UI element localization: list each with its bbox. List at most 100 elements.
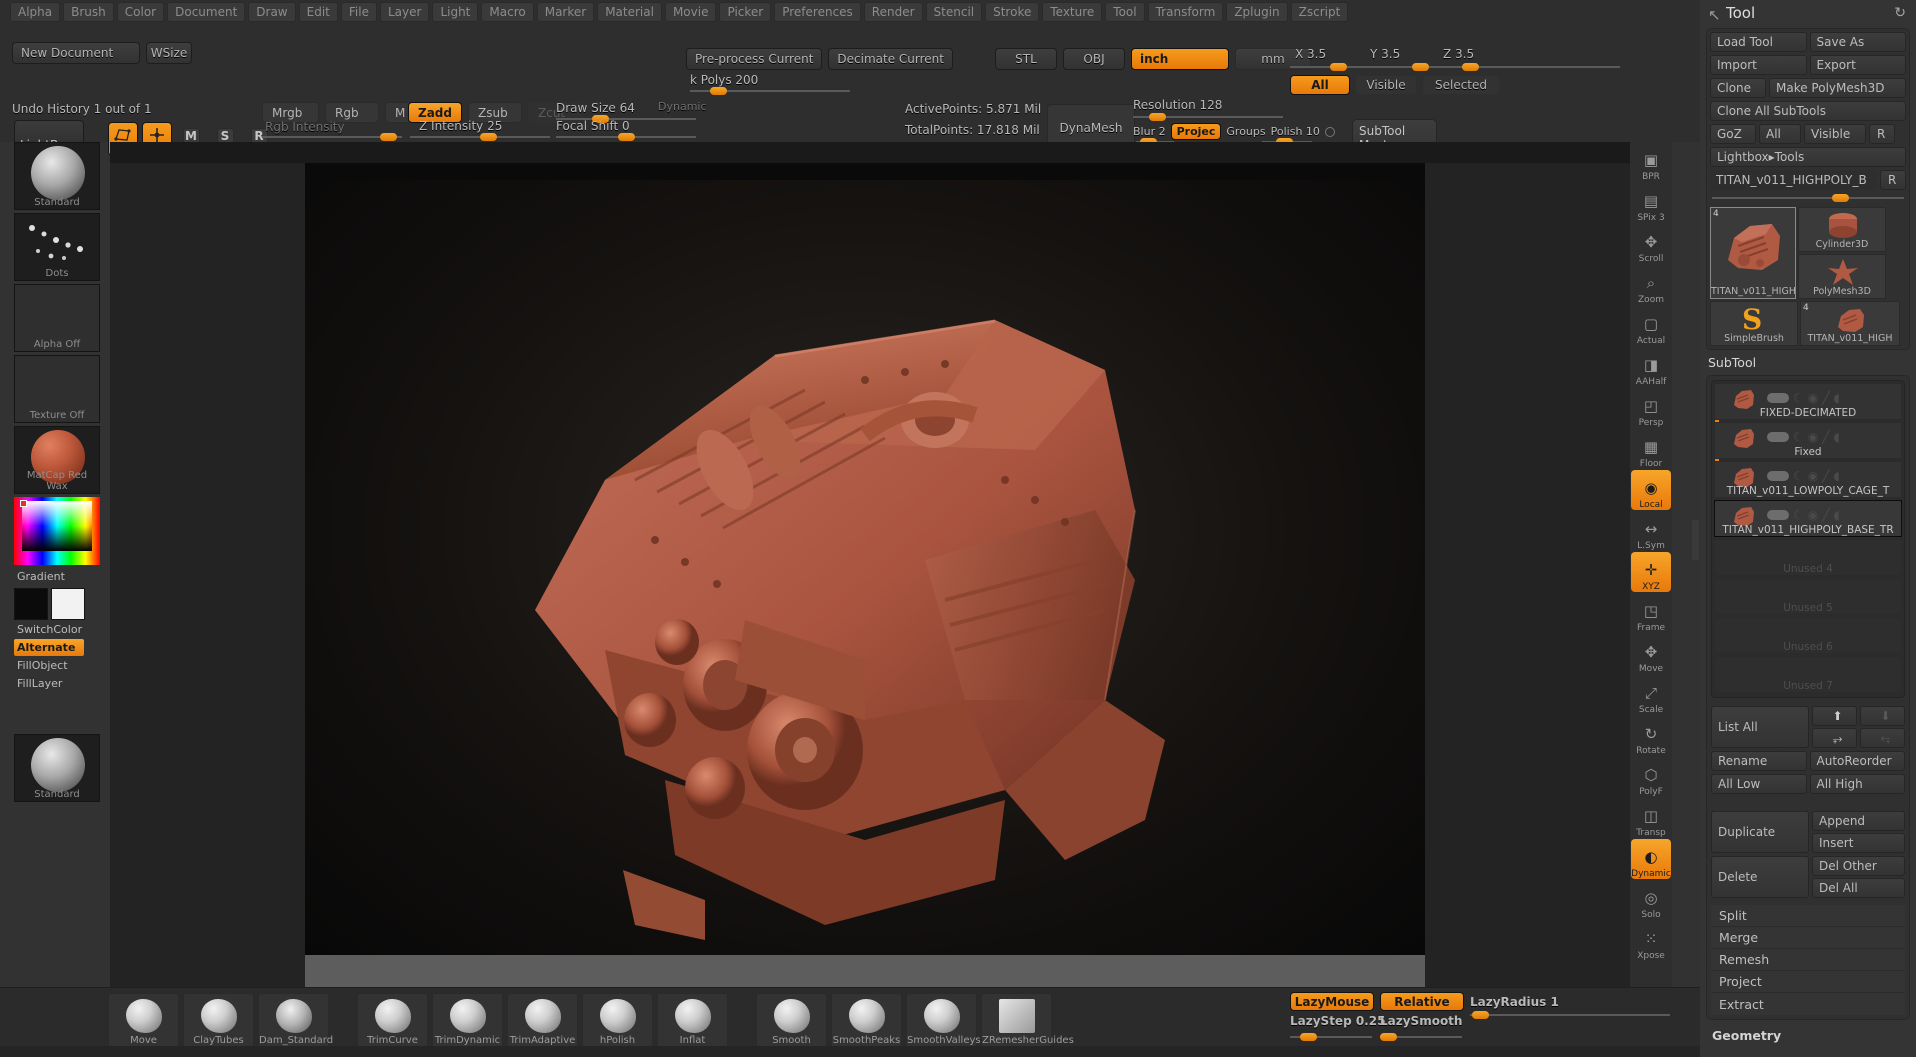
viewport-solo-button[interactable]: ◎ Solo xyxy=(1631,880,1671,920)
brush-trimadaptive[interactable]: TrimAdaptive xyxy=(507,993,578,1049)
subtool-halfmoon-icon[interactable]: ☾ xyxy=(1793,391,1804,405)
remesh-button[interactable]: Remesh xyxy=(1711,949,1905,971)
del-other-button[interactable]: Del Other xyxy=(1812,856,1905,876)
z-intensity-slider[interactable] xyxy=(410,132,550,142)
geometry-section-header[interactable]: Geometry xyxy=(1700,1022,1916,1043)
tool-thumb-simplebrush[interactable]: S SimpleBrush xyxy=(1710,301,1798,346)
slider-knob[interactable] xyxy=(1330,63,1347,71)
export-selected-button[interactable]: Selected xyxy=(1422,75,1500,95)
tool-thumb-cylinder[interactable]: Cylinder3D xyxy=(1798,207,1886,252)
move-down-button[interactable]: ⬇ xyxy=(1860,706,1905,726)
viewport[interactable] xyxy=(305,163,1425,987)
viewport-persp-button[interactable]: ◰ Persp xyxy=(1631,388,1671,428)
viewport-move-button[interactable]: ✥ Move xyxy=(1631,634,1671,674)
brush-hpolish[interactable]: hPolish xyxy=(582,993,653,1049)
goz-all-button[interactable]: All xyxy=(1759,124,1801,144)
relative-button[interactable]: Relative xyxy=(1380,992,1464,1011)
stl-button[interactable]: STL xyxy=(995,48,1057,70)
new-document-button[interactable]: New Document xyxy=(12,42,140,64)
back-arrow-icon[interactable]: ↖ xyxy=(1708,6,1721,24)
alternate-button[interactable]: Alternate xyxy=(14,639,84,656)
menu-item-tool[interactable]: Tool xyxy=(1105,2,1145,22)
fill-object-button[interactable]: FillObject xyxy=(14,657,84,674)
menu-item-zscript[interactable]: Zscript xyxy=(1290,2,1349,22)
subtool-brush-icon[interactable]: ╱ xyxy=(1822,469,1829,483)
save-as-button[interactable]: Save As xyxy=(1809,32,1906,52)
brush-dam-standard[interactable]: Dam_Standard xyxy=(258,993,333,1049)
subtool-visibility-icons[interactable]: ☾ ◉ ╱ ◖ xyxy=(1767,391,1840,405)
viewport-scroll-button[interactable]: ✥ Scroll xyxy=(1631,224,1671,264)
all-high-button[interactable]: All High xyxy=(1809,774,1905,794)
export-visible-button[interactable]: Visible xyxy=(1355,75,1417,95)
brush-inflat[interactable]: Inflat xyxy=(657,993,728,1049)
menu-item-light[interactable]: Light xyxy=(432,2,479,22)
export-button[interactable]: Export xyxy=(1809,55,1906,75)
brush-zremesherguides[interactable]: ZRemesherGuides xyxy=(981,993,1074,1049)
slider-knob[interactable] xyxy=(480,133,497,141)
delete-button[interactable]: Delete xyxy=(1711,856,1809,898)
slider-knob[interactable] xyxy=(380,133,397,141)
menu-item-transform[interactable]: Transform xyxy=(1147,2,1224,22)
subtool-row-0[interactable]: ☾ ◉ ╱ ◖ FIXED-DECIMATED xyxy=(1714,383,1902,420)
autoreorder-button[interactable]: AutoReorder xyxy=(1809,751,1905,771)
menu-item-movie[interactable]: Movie xyxy=(664,2,717,22)
subtool-polypaint-icon[interactable]: ◉ xyxy=(1808,430,1818,444)
slider-knob[interactable] xyxy=(710,87,727,95)
gradient-button[interactable]: Gradient xyxy=(14,568,84,585)
subtool-section-header[interactable]: SubTool xyxy=(1700,352,1916,373)
clone-button[interactable]: Clone xyxy=(1710,78,1766,98)
split-button[interactable]: Split xyxy=(1711,905,1905,927)
menu-item-color[interactable]: Color xyxy=(116,2,165,22)
fill-layer-button[interactable]: FillLayer xyxy=(14,675,84,692)
slider-knob[interactable] xyxy=(1380,1033,1397,1041)
viewport-rotate-button[interactable]: ↻ Rotate xyxy=(1631,716,1671,756)
slider-knob[interactable] xyxy=(1149,113,1166,121)
brush-trimdynamic[interactable]: TrimDynamic xyxy=(432,993,503,1049)
subtool-eye-toggle-icon[interactable] xyxy=(1767,471,1789,481)
project-button[interactable]: Projec xyxy=(1170,123,1222,140)
brush-smooth[interactable]: Smooth xyxy=(756,993,827,1049)
subtool-halfmoon-icon[interactable]: ☾ xyxy=(1793,430,1804,444)
subtool-polypaint-icon[interactable]: ◉ xyxy=(1808,508,1818,522)
menu-item-stencil[interactable]: Stencil xyxy=(925,2,983,22)
subtool-eye-icon[interactable]: ◖ xyxy=(1833,430,1839,444)
subtool-eye-toggle-icon[interactable] xyxy=(1767,432,1789,442)
slider-knob[interactable] xyxy=(1832,194,1849,202)
menu-item-zplugin[interactable]: Zplugin xyxy=(1226,2,1288,22)
primary-color-swatch[interactable] xyxy=(14,588,48,620)
make-polymesh3d-button[interactable]: Make PolyMesh3D xyxy=(1769,78,1906,98)
menu-item-preferences[interactable]: Preferences xyxy=(774,2,861,22)
viewport-scene[interactable] xyxy=(305,180,1425,955)
lazymouse-button[interactable]: LazyMouse xyxy=(1290,992,1374,1011)
brush-trimcurve[interactable]: TrimCurve xyxy=(357,993,428,1049)
viewport-l-sym-button[interactable]: ↔ L.Sym xyxy=(1631,511,1671,551)
insert-button[interactable]: Insert xyxy=(1812,833,1905,853)
duplicate-button[interactable]: Duplicate xyxy=(1711,811,1809,853)
subtool-brush-icon[interactable]: ╱ xyxy=(1822,508,1829,522)
menu-item-render[interactable]: Render xyxy=(863,2,923,22)
menu-item-texture[interactable]: Texture xyxy=(1042,2,1103,22)
subtool-eye-icon[interactable]: ◖ xyxy=(1833,469,1839,483)
lazyradius-slider[interactable] xyxy=(1470,1010,1670,1020)
brush-smoothvalleys[interactable]: SmoothValleys xyxy=(906,993,981,1049)
viewport-floor-button[interactable]: ▦ Floor xyxy=(1631,429,1671,469)
subtool-polypaint-icon[interactable]: ◉ xyxy=(1808,469,1818,483)
export-x-slider[interactable] xyxy=(1290,62,1368,72)
subtool-row-5[interactable]: Unused 5 xyxy=(1714,578,1902,615)
slider-knob[interactable] xyxy=(1462,63,1479,71)
append-button[interactable]: Append xyxy=(1812,811,1905,831)
color-cursor[interactable] xyxy=(20,500,27,507)
subtool-eye-icon[interactable]: ◖ xyxy=(1833,391,1839,405)
subtool-brush-icon[interactable]: ╱ xyxy=(1822,430,1829,444)
subtool-visibility-icons[interactable]: ☾ ◉ ╱ ◖ xyxy=(1767,469,1840,483)
goz-r-button[interactable]: R xyxy=(1869,124,1895,144)
menu-item-document[interactable]: Document xyxy=(167,2,246,22)
subtool-halfmoon-icon[interactable]: ☾ xyxy=(1793,508,1804,522)
menu-item-picker[interactable]: Picker xyxy=(719,2,772,22)
subtool-eye-icon[interactable]: ◖ xyxy=(1833,508,1839,522)
tool-scroll-slider[interactable] xyxy=(1712,193,1904,203)
slider-knob[interactable] xyxy=(1300,1033,1317,1041)
subtool-eye-toggle-icon[interactable] xyxy=(1767,510,1789,520)
export-y-slider[interactable] xyxy=(1368,62,1446,72)
lightbox-tools-button[interactable]: Lightbox▸Tools xyxy=(1710,147,1906,167)
